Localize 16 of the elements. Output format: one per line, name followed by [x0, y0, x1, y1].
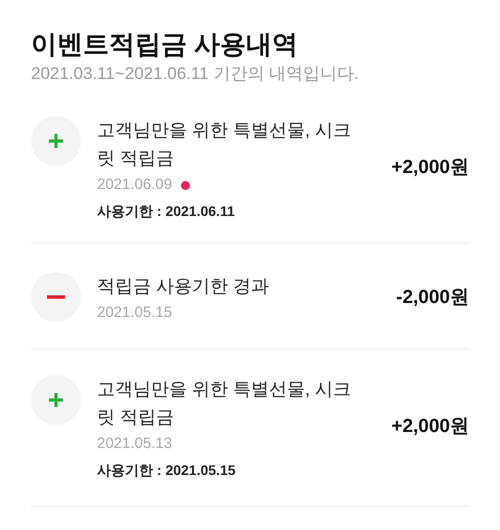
entry-title: 고객님만을 위한 특별선물, 시크릿 적립금: [97, 378, 352, 429]
entry-date: 2021.05.15: [97, 303, 172, 323]
page-title: 이벤트적립금 사용내역: [31, 28, 300, 61]
entry-date: 2021.06.09: [97, 175, 172, 195]
plus-icon: [48, 133, 64, 149]
plus-icon: [48, 392, 64, 408]
entry-date: 2021.05.13: [97, 434, 172, 454]
entry-amount: -2,000원: [396, 286, 469, 310]
expiry-date: 사용기한 : 2021.06.11: [97, 202, 236, 221]
minus-icon: [47, 295, 65, 299]
entry-title: 적립금 사용기한 경과: [97, 275, 270, 298]
period-text: 2021.03.11~2021.06.11 기간의 내역입니다.: [31, 63, 360, 85]
entry-title: 고객님만을 위한 특별선물, 시크릿 적립금: [97, 119, 352, 170]
entry-amount: +2,000원: [391, 156, 469, 180]
entry-amount: +2,000원: [391, 415, 469, 440]
expiry-date: 사용기한 : 2021.05.15: [97, 461, 237, 480]
